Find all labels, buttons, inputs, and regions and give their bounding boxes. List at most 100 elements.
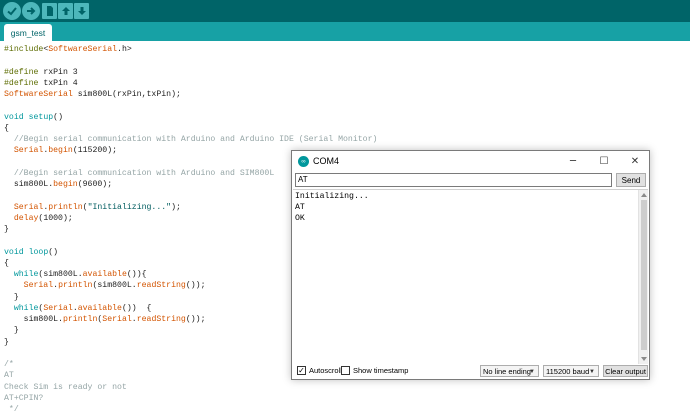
code-token: Serial [13,202,44,212]
code-token: () [48,247,59,257]
serial-output-text: Initializing... AT OK [295,192,369,224]
arduino-logo-icon: ∞ [298,156,309,167]
code-token: */ [4,405,19,414]
code-token: ()) { [121,303,152,313]
code-token: begin [48,146,73,156]
code-line: AT+CPIN? [4,393,377,404]
code-token: #define [4,78,39,88]
code-token: rxPin 3 [38,67,78,77]
serial-monitor-window: ∞ COM4 ─ ☐ ✕ AT Send Initializing... AT … [291,150,650,380]
code-token: (1000); [38,213,73,223]
timestamp-label: Show timestamp [353,366,409,375]
code-token: } [4,292,19,302]
code-token: sim800L(rxPin,txPin); [72,90,181,99]
timestamp-checkbox[interactable] [341,366,350,375]
chevron-down-icon: ▼ [529,369,535,375]
autoscroll-label: Autoscroll [309,366,342,375]
baud-rate-select[interactable]: 115200 baud ▼ [543,365,599,377]
maximize-icon[interactable]: ☐ [597,154,611,168]
code-token: loop [28,247,49,257]
code-token: ()); [185,315,206,324]
checkmark-icon [7,7,17,16]
serial-input[interactable]: AT [295,173,612,187]
open-button[interactable] [58,3,73,19]
scroll-down-icon[interactable] [641,357,647,361]
code-token: println [58,281,93,291]
tab-bar: gsm_test [0,22,690,42]
code-token: (sim800L. [38,270,83,279]
upload-button[interactable] [22,2,40,20]
code-token: } [4,326,19,336]
code-token: SoftwareSerial [4,90,73,99]
code-line: #include<SoftwareSerial.h> [4,44,377,55]
code-token: //Begin serial communication with Arduin… [4,135,378,144]
new-sketch-button[interactable] [42,3,57,19]
code-line: */ [4,404,377,415]
autoscroll-checkbox[interactable]: ✓ [297,366,306,375]
code-token: void [4,112,24,122]
arrow-up-icon [61,7,70,15]
save-button[interactable] [74,3,89,19]
code-line: { [4,123,377,134]
code-token: readString [136,281,186,291]
code-token: ()); [185,281,206,291]
code-line: SoftwareSerial sim800L(rxPin,txPin); [4,89,377,100]
code-token: (sim800L. [92,281,137,291]
code-token: sim800L. [4,180,54,189]
arrow-down-icon [77,7,86,15]
code-line: #define rxPin 3 [4,67,377,78]
code-token: delay [13,213,39,223]
code-token: #include [4,45,44,54]
code-token: SoftwareSerial [48,45,118,54]
code-token: "Initializing..." [87,202,172,212]
code-token: Serial [102,315,132,324]
code-token: } [4,337,9,347]
code-token: ); [171,202,181,212]
code-token: println [62,315,98,324]
code-token: .h> [117,45,132,54]
scroll-up-icon[interactable] [641,193,647,197]
chevron-down-icon: ▼ [589,369,595,375]
code-token: while [13,303,39,313]
toolbar [0,0,690,22]
line-ending-value: No line ending [483,366,531,376]
line-ending-select[interactable]: No line ending ▼ [480,365,539,377]
code-token: begin [53,180,78,189]
code-line: #define txPin 4 [4,78,377,89]
code-token: { [4,258,9,268]
code-token: ()){ [126,270,147,279]
code-token: available [82,270,127,279]
code-token: AT [4,371,14,381]
code-token: sim800L. [4,315,63,324]
code-token: Check Sim is ready or not [4,382,127,392]
code-token: { [4,123,9,133]
code-token: #define [4,67,39,77]
code-token: void [4,247,24,257]
verify-button[interactable] [3,2,21,20]
serial-bottom-bar: ✓ Autoscroll Show timestamp No line endi… [292,363,649,379]
minimize-icon[interactable]: ─ [566,154,580,168]
tab-gsm-test[interactable]: gsm_test [4,24,52,42]
code-line: //Begin serial communication with Arduin… [4,134,378,145]
arrow-right-icon [27,7,36,15]
output-scrollbar[interactable] [638,190,648,364]
code-token: while [13,270,39,279]
code-token: txPin 4 [38,78,78,88]
scrollbar-thumb[interactable] [641,200,647,350]
close-icon[interactable]: ✕ [628,154,642,168]
code-token: () [53,112,63,122]
clear-output-button[interactable]: Clear output [603,365,648,377]
baud-rate-value: 115200 baud [546,366,590,376]
send-button[interactable]: Send [616,173,646,187]
code-token: (115200); [72,146,118,156]
window-title-bar: ∞ COM4 ─ ☐ ✕ [292,151,649,172]
serial-output: Initializing... AT OK [293,189,648,364]
code-token: AT+CPIN? [4,393,44,403]
code-token: println [48,202,83,212]
code-line: Check Sim is ready or not [4,382,377,393]
